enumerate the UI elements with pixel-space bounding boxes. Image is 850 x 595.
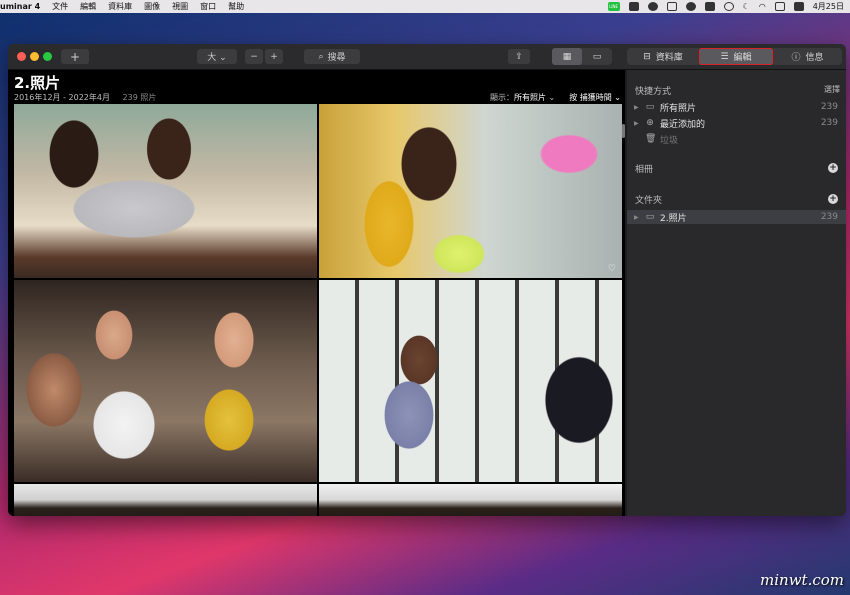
single-view-button[interactable]: ▭ xyxy=(582,48,612,65)
folder-icon: ▭ xyxy=(645,212,655,222)
photo-thumbnail[interactable] xyxy=(14,484,317,516)
time-machine-icon[interactable] xyxy=(723,2,734,11)
menu-window[interactable]: 窗口 xyxy=(200,1,216,12)
add-album-button[interactable]: + xyxy=(828,163,838,173)
menu-clock[interactable]: 4月25日 xyxy=(813,1,844,12)
toolbar: + 大 ⌄ − + ⌕ 搜尋 ⇪ ▦ ▭ ⊟ 資料庫 ☰ 編輯 ⓘ 信息 xyxy=(8,44,846,70)
github-icon[interactable] xyxy=(647,2,658,11)
expand-arrow-icon[interactable]: ▶ xyxy=(634,104,639,111)
expand-arrow-icon[interactable]: ▶ xyxy=(634,120,639,127)
sidebar-item-count: 239 xyxy=(820,212,838,222)
sidebar-item-label: 2.照片 xyxy=(660,213,687,224)
sidebar-item-label: 所有照片 xyxy=(660,103,697,114)
minimize-button[interactable] xyxy=(30,52,39,61)
sync-icon[interactable] xyxy=(628,2,639,11)
heart-icon[interactable]: ♡ xyxy=(608,264,616,274)
sort-dropdown[interactable]: 按 捕獲時間 ⌄ xyxy=(569,92,621,103)
menu-help[interactable]: 幫助 xyxy=(228,1,244,12)
menu-edit[interactable]: 編輯 xyxy=(80,1,96,12)
album-date-range: 2016年12月 - 2022年4月 xyxy=(14,93,110,102)
sidebar-item-label: 垃圾 xyxy=(660,135,679,146)
sliders-icon: ☰ xyxy=(720,51,729,62)
tab-library-label: 資料庫 xyxy=(655,53,683,63)
close-button[interactable] xyxy=(17,52,26,61)
sort-value: 按 捕獲時間 xyxy=(569,93,612,102)
menu-view[interactable]: 視圖 xyxy=(172,1,188,12)
expand-arrow-icon[interactable]: ▶ xyxy=(634,214,639,221)
line-app-icon[interactable]: LINE xyxy=(607,2,620,11)
trash-icon: 🗑 xyxy=(645,134,657,144)
filter-label: 顯示： xyxy=(489,93,514,102)
display-icon[interactable] xyxy=(666,2,677,11)
tab-info[interactable]: ⓘ 信息 xyxy=(773,48,842,65)
albums-heading: 相冊 xyxy=(635,165,654,175)
photo-thumbnail[interactable]: ♡ xyxy=(319,104,622,278)
sidebar-item-folder[interactable]: ▶ ▭ 2.照片 239 xyxy=(627,210,846,224)
grid-view-button[interactable]: ▦ xyxy=(552,48,582,65)
photo-thumbnail[interactable] xyxy=(319,484,622,516)
folders-heading: 文件夾 xyxy=(635,196,663,206)
photo-thumbnail[interactable] xyxy=(14,104,317,278)
record-icon[interactable] xyxy=(685,2,696,11)
photo-gallery: 2.照片 2016年12月 - 2022年4月 239 照片 顯示：所有照片 ⌄… xyxy=(8,70,625,516)
tab-edit[interactable]: ☰ 編輯 xyxy=(699,48,773,65)
status-tray: LINE ☾ ◠ 4月25日 xyxy=(607,1,850,12)
album-subtitle: 2016年12月 - 2022年4月 239 照片 xyxy=(14,92,156,103)
recent-add-icon: ⊕ xyxy=(646,118,654,128)
menu-image[interactable]: 圖像 xyxy=(144,1,160,12)
filter-dropdown[interactable]: 顯示：所有照片 ⌄ xyxy=(490,92,555,103)
single-view-icon: ▭ xyxy=(592,51,602,62)
wifi-icon[interactable]: ◠ xyxy=(759,2,766,11)
thumbnail-size-dropdown[interactable]: 大 ⌄ xyxy=(197,49,237,64)
tab-info-label: 信息 xyxy=(805,53,824,63)
info-icon: ⓘ xyxy=(791,53,801,63)
filter-value: 所有照片 xyxy=(513,93,546,102)
add-photos-button[interactable]: + xyxy=(61,49,89,64)
moon-icon[interactable]: ☾ xyxy=(743,2,750,11)
shortcuts-heading: 快捷方式 xyxy=(635,87,672,97)
sidebar-item-label: 最近添加的 xyxy=(660,119,706,130)
photos-icon: ▭ xyxy=(645,102,655,112)
battery-icon[interactable] xyxy=(774,2,785,11)
sidebar-item-count: 239 xyxy=(820,118,838,128)
luminar-window: + 大 ⌄ − + ⌕ 搜尋 ⇪ ▦ ▭ ⊟ 資料庫 ☰ 編輯 ⓘ 信息 2.照… xyxy=(8,44,846,516)
site-watermark: minwt.com xyxy=(760,571,844,589)
zoom-in-button[interactable]: + xyxy=(265,49,283,64)
album-photo-count: 239 照片 xyxy=(122,93,157,102)
library-icon: ⊟ xyxy=(643,51,651,62)
gallery-scrollbar[interactable] xyxy=(622,124,625,138)
tab-edit-label: 編輯 xyxy=(733,53,752,63)
search-button[interactable]: ⌕ 搜尋 xyxy=(304,49,360,64)
view-mode-toggle: ▦ ▭ xyxy=(552,48,612,65)
menu-file[interactable]: 文件 xyxy=(52,1,68,12)
album-title: 2.照片 xyxy=(14,74,61,92)
select-button[interactable]: 選擇 xyxy=(824,84,840,95)
sidebar-item-all-photos[interactable]: ▶ ▭ 所有照片 239 xyxy=(627,100,846,114)
zoom-button[interactable] xyxy=(43,52,52,61)
library-sidebar: 快捷方式 選擇 ▶ ▭ 所有照片 239 ▶ ⊕ 最近添加的 239 🗑 垃圾 … xyxy=(627,70,846,516)
control-center-icon[interactable] xyxy=(793,2,804,11)
add-folder-button[interactable]: + xyxy=(828,194,838,204)
gallery-options: 顯示：所有照片 ⌄ 按 捕獲時間 ⌄ xyxy=(490,92,621,103)
sidebar-item-trash[interactable]: 🗑 垃圾 xyxy=(627,132,846,146)
input-method-icon[interactable] xyxy=(704,2,715,11)
menu-library[interactable]: 資料庫 xyxy=(108,1,132,12)
mode-tabs: ⊟ 資料庫 ☰ 編輯 ⓘ 信息 xyxy=(627,48,842,65)
share-button[interactable]: ⇪ xyxy=(508,49,530,64)
tab-library[interactable]: ⊟ 資料庫 xyxy=(627,48,699,65)
sidebar-item-recently-added[interactable]: ▶ ⊕ 最近添加的 239 xyxy=(627,116,846,130)
menu-bar: uminar 4 文件 編輯 資料庫 圖像 視圖 窗口 幫助 LINE ☾ ◠ … xyxy=(0,0,850,13)
search-label: 搜尋 xyxy=(327,53,346,63)
grid-icon: ▦ xyxy=(562,51,572,62)
zoom-out-button[interactable]: − xyxy=(245,49,263,64)
sidebar-item-count: 239 xyxy=(820,102,838,112)
app-menu[interactable]: uminar 4 xyxy=(0,2,40,11)
photo-thumbnail[interactable] xyxy=(319,280,622,482)
photo-thumbnail[interactable] xyxy=(14,280,317,482)
search-icon: ⌕ xyxy=(318,51,324,62)
